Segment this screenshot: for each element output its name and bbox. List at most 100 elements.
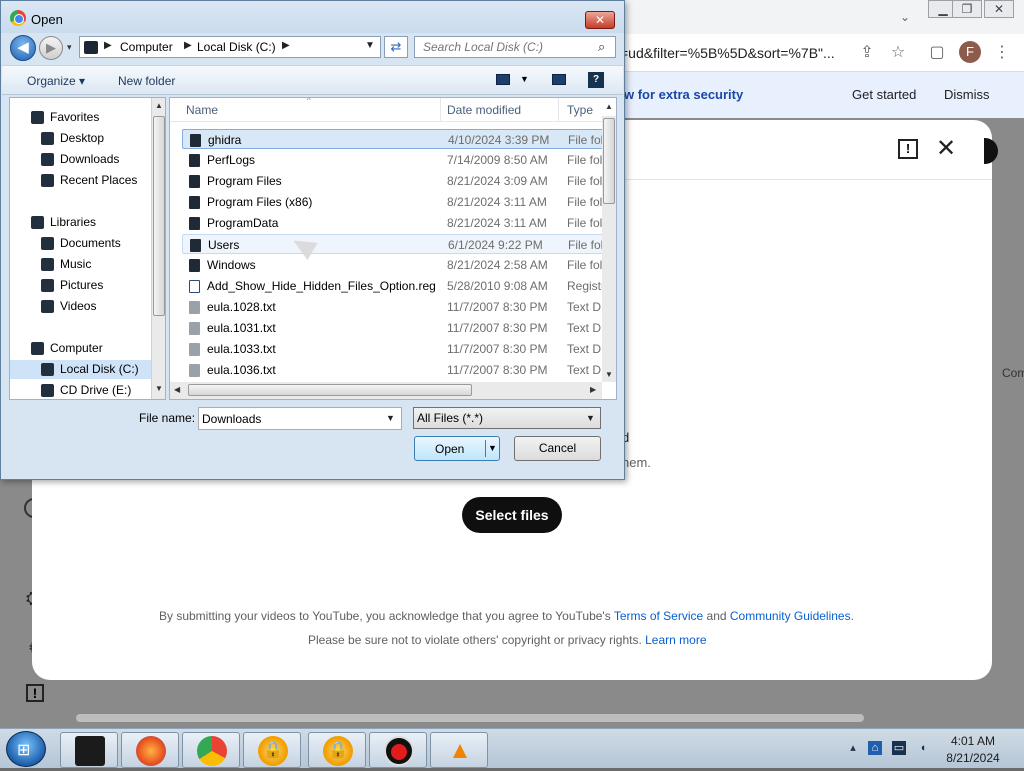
taskbar-security-app[interactable]: 🔒 xyxy=(243,732,301,768)
file-name-input[interactable] xyxy=(199,408,383,429)
breadcrumb-separator-icon[interactable]: ▶ xyxy=(282,40,290,51)
dialog-close-button[interactable]: ✕ xyxy=(585,11,615,29)
dialog-titlebar[interactable]: Open ✕ xyxy=(1,1,624,33)
nav-item[interactable]: Recent Places xyxy=(10,171,151,190)
chevron-down-icon[interactable]: ⌄ xyxy=(894,6,916,28)
view-dropdown-icon[interactable]: ▼ xyxy=(520,74,529,84)
nav-item[interactable]: Videos xyxy=(10,297,151,316)
scroll-right-icon[interactable]: ▶ xyxy=(590,385,596,394)
restore-button[interactable]: ❐ xyxy=(952,0,982,18)
file-row[interactable]: eula.1031.txt 11/7/2007 8:30 PM Text D xyxy=(182,318,614,338)
forward-button[interactable]: ▶ xyxy=(39,36,63,60)
bookmark-star-icon[interactable]: ☆ xyxy=(887,42,909,64)
learn-more-link[interactable]: Learn more xyxy=(645,633,706,647)
scroll-down-icon[interactable]: ▼ xyxy=(605,370,613,379)
file-type-select[interactable]: All Files (*.*) ▼ xyxy=(413,407,601,429)
nav-item[interactable]: Downloads xyxy=(10,150,151,169)
menu-kebab-icon[interactable]: ⋮ xyxy=(991,42,1013,64)
organize-button[interactable]: Organize ▾ xyxy=(27,74,85,88)
scroll-down-icon[interactable]: ▼ xyxy=(155,384,163,393)
file-row[interactable]: Windows 8/21/2024 2:58 AM File fol xyxy=(182,255,614,275)
terms-link[interactable]: Terms of Service xyxy=(614,609,703,623)
recent-locations-dropdown[interactable]: ▾ xyxy=(67,42,72,53)
clock-date[interactable]: 8/21/2024 xyxy=(944,751,1002,765)
nav-item[interactable]: Computer xyxy=(10,339,151,358)
column-type[interactable]: Type xyxy=(567,103,593,117)
address-dropdown-icon[interactable]: ▼ xyxy=(365,40,375,51)
taskbar-explorer[interactable] xyxy=(60,732,118,768)
file-row[interactable]: Add_Show_Hide_Hidden_Files_Option.reg 5/2… xyxy=(182,276,614,296)
breadcrumb-local-disk[interactable]: Local Disk (C:) xyxy=(197,40,276,54)
share-icon[interactable]: ⇪ xyxy=(856,42,878,64)
file-horizontal-scrollbar[interactable]: ◀ ▶ xyxy=(170,382,602,399)
close-icon[interactable]: ✕ xyxy=(936,134,956,163)
search-icon[interactable]: ⌕ xyxy=(598,39,605,55)
file-scrollbar[interactable]: ▲ ▼ xyxy=(602,102,616,382)
nav-item[interactable]: Desktop xyxy=(10,129,151,148)
nav-item[interactable]: Music xyxy=(10,255,151,274)
taskbar-firefox[interactable] xyxy=(121,732,179,768)
refresh-button[interactable]: ⇄ xyxy=(384,36,408,58)
clock-time[interactable]: 4:01 AM xyxy=(944,734,1002,748)
close-window-button[interactable]: ✕ xyxy=(984,0,1014,18)
file-row[interactable]: Program Files 8/21/2024 3:09 AM File fol xyxy=(182,171,614,191)
sidebar-feedback-icon[interactable]: ! xyxy=(26,684,44,702)
chevron-down-icon[interactable]: ▼ xyxy=(386,413,395,423)
tray-network-icon[interactable]: ⌂ xyxy=(868,741,882,755)
search-input[interactable] xyxy=(415,37,595,57)
column-divider[interactable] xyxy=(440,98,441,122)
breadcrumb-computer[interactable]: Computer xyxy=(120,40,173,54)
file-row[interactable]: eula.1033.txt 11/7/2007 8:30 PM Text D xyxy=(182,339,614,359)
taskbar-vlc[interactable]: ▲ xyxy=(430,732,488,768)
tray-overflow-icon[interactable]: ▴ xyxy=(846,741,860,755)
change-view-icon[interactable] xyxy=(496,74,510,85)
side-panel-icon[interactable]: ▢ xyxy=(926,42,948,64)
taskbar-recorder[interactable] xyxy=(369,732,427,768)
column-name[interactable]: Name xyxy=(186,103,218,117)
column-date-modified[interactable]: Date modified xyxy=(447,103,521,117)
start-button[interactable]: ⊞ xyxy=(6,731,46,767)
breadcrumb-separator-icon[interactable]: ▶ xyxy=(184,40,192,51)
dismiss-button[interactable]: Dismiss xyxy=(944,87,990,102)
file-row[interactable]: Users 6/1/2024 9:22 PM File fol xyxy=(182,234,614,254)
help-icon[interactable]: ? xyxy=(588,72,604,88)
preview-pane-icon[interactable] xyxy=(552,74,566,85)
page-horizontal-scrollbar[interactable] xyxy=(76,714,864,722)
nav-item[interactable]: Pictures xyxy=(10,276,151,295)
nav-scrollbar[interactable]: ▲ ▼ xyxy=(151,98,165,399)
breadcrumb-separator-icon[interactable]: ▶ xyxy=(104,40,112,51)
get-started-button[interactable]: Get started xyxy=(852,87,916,102)
cancel-button[interactable]: Cancel xyxy=(514,436,601,461)
tray-display-icon[interactable]: ▭ xyxy=(892,741,906,755)
open-button[interactable]: Open ▼ xyxy=(414,436,500,461)
nav-item[interactable]: CD Drive (E:) xyxy=(10,381,151,399)
taskbar-security-app-2[interactable]: 🔒 xyxy=(308,732,366,768)
scroll-up-icon[interactable]: ▲ xyxy=(605,102,613,111)
file-row[interactable]: ghidra 4/10/2024 3:39 PM File fol xyxy=(182,129,614,149)
breadcrumb[interactable]: ▶ Computer ▶ Local Disk (C:) ▶ ▼ xyxy=(79,36,381,58)
feedback-icon[interactable]: ! xyxy=(898,139,918,159)
nav-item[interactable]: Favorites xyxy=(10,108,151,127)
nav-item[interactable]: Documents xyxy=(10,234,151,253)
open-options-dropdown-icon[interactable]: ▼ xyxy=(488,443,497,453)
scroll-up-icon[interactable]: ▲ xyxy=(155,101,163,110)
profile-avatar[interactable]: F xyxy=(959,41,981,63)
taskbar-chrome[interactable] xyxy=(182,732,240,768)
scroll-left-icon[interactable]: ◀ xyxy=(174,385,180,394)
select-files-button[interactable]: Select files xyxy=(462,497,562,533)
file-row[interactable]: eula.1036.txt 11/7/2007 8:30 PM Text D xyxy=(182,360,614,380)
file-scroll-thumb[interactable] xyxy=(603,118,615,204)
guidelines-link[interactable]: Community Guidelines xyxy=(730,609,851,623)
tray-volume-icon[interactable]: ◖ xyxy=(916,741,930,755)
new-folder-button[interactable]: New folder xyxy=(118,74,175,88)
file-row[interactable]: ProgramData 8/21/2024 3:11 AM File fol xyxy=(182,213,614,233)
nav-item[interactable]: Libraries xyxy=(10,213,151,232)
file-row[interactable]: Program Files (x86) 8/21/2024 3:11 AM File… xyxy=(182,192,614,212)
back-button[interactable]: ◀ xyxy=(10,35,36,61)
file-row[interactable]: eula.1028.txt 11/7/2007 8:30 PM Text D xyxy=(182,297,614,317)
chevron-down-icon[interactable]: ▼ xyxy=(586,413,595,423)
nav-item[interactable]: Local Disk (C:) xyxy=(10,360,151,379)
nav-scroll-thumb[interactable] xyxy=(153,116,165,316)
column-divider[interactable] xyxy=(558,98,559,122)
file-row[interactable]: PerfLogs 7/14/2009 8:50 AM File fol xyxy=(182,150,614,170)
